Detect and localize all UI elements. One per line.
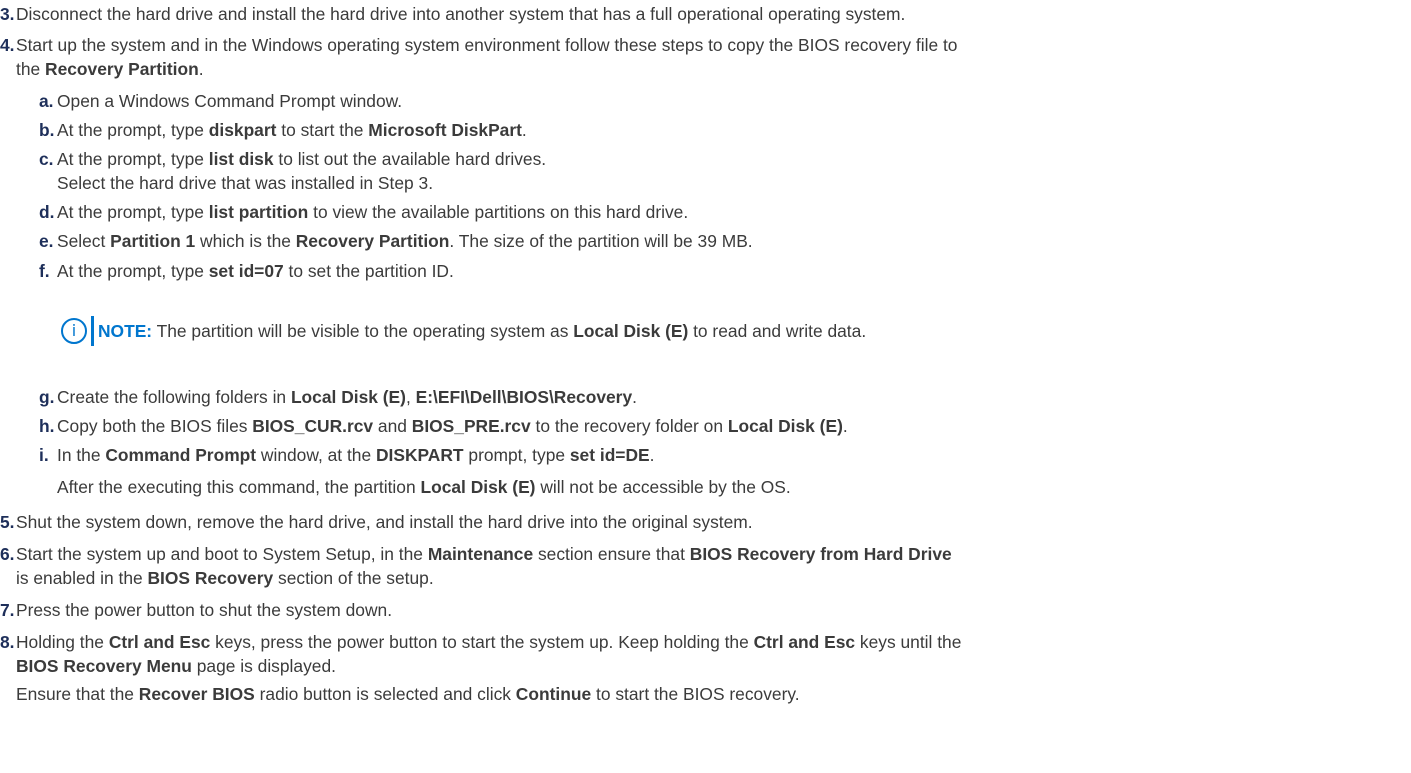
substep-letter: a.	[39, 91, 54, 111]
note-text: NOTE: The partition will be visible to t…	[98, 321, 867, 341]
step-number: 8.	[0, 632, 15, 652]
step-4-continuation: the Recovery Partition.	[16, 59, 204, 79]
substep-letter: e.	[39, 231, 54, 251]
substep-letter: c.	[39, 149, 54, 169]
substep-letter: g.	[39, 387, 55, 407]
note-divider	[91, 316, 94, 346]
step-number: 4.	[0, 35, 15, 55]
step-number: 6.	[0, 544, 15, 564]
substep-i-continuation: After the executing this command, the pa…	[57, 477, 791, 497]
substep-text: In the Command Prompt window, at the DIS…	[57, 445, 655, 465]
step-text: Disconnect the hard drive and install th…	[16, 4, 906, 24]
substep-text: At the prompt, type set id=07 to set the…	[57, 261, 454, 281]
substep-text: Copy both the BIOS files BIOS_CUR.rcv an…	[57, 416, 848, 436]
substep-text: Create the following folders in Local Di…	[57, 387, 637, 407]
info-icon: i	[61, 318, 87, 344]
substep-c-continuation: Select the hard drive that was installed…	[57, 173, 434, 193]
step-text: Press the power button to shut the syste…	[16, 600, 393, 620]
substep-letter: b.	[39, 120, 55, 140]
step-8-continuation-2: Ensure that the Recover BIOS radio butto…	[16, 684, 800, 704]
note-label: NOTE:	[98, 321, 153, 341]
substep-text: At the prompt, type diskpart to start th…	[57, 120, 527, 140]
substep-text: At the prompt, type list disk to list ou…	[57, 149, 547, 169]
substep-text: Select Partition 1 which is the Recovery…	[57, 231, 753, 251]
step-6-continuation: is enabled in the BIOS Recovery section …	[16, 568, 434, 588]
substep-text: Open a Windows Command Prompt window.	[57, 91, 403, 111]
step-text: Shut the system down, remove the hard dr…	[16, 512, 753, 532]
step-text: Holding the Ctrl and Esc keys, press the…	[16, 632, 962, 652]
step-8-continuation: BIOS Recovery Menu page is displayed.	[16, 656, 336, 676]
substep-letter: i.	[39, 445, 49, 465]
substep-letter: h.	[39, 416, 55, 436]
step-number: 7.	[0, 600, 15, 620]
step-number: 3.	[0, 4, 15, 24]
instruction-document: 3. Disconnect the hard drive and install…	[0, 0, 1411, 773]
step-text: Start the system up and boot to System S…	[16, 544, 952, 564]
step-number: 5.	[0, 512, 15, 532]
substep-letter: d.	[39, 202, 55, 222]
step-text: Start up the system and in the Windows o…	[16, 35, 958, 55]
substep-text: At the prompt, type list partition to vi…	[57, 202, 689, 222]
substep-letter: f.	[39, 261, 50, 281]
